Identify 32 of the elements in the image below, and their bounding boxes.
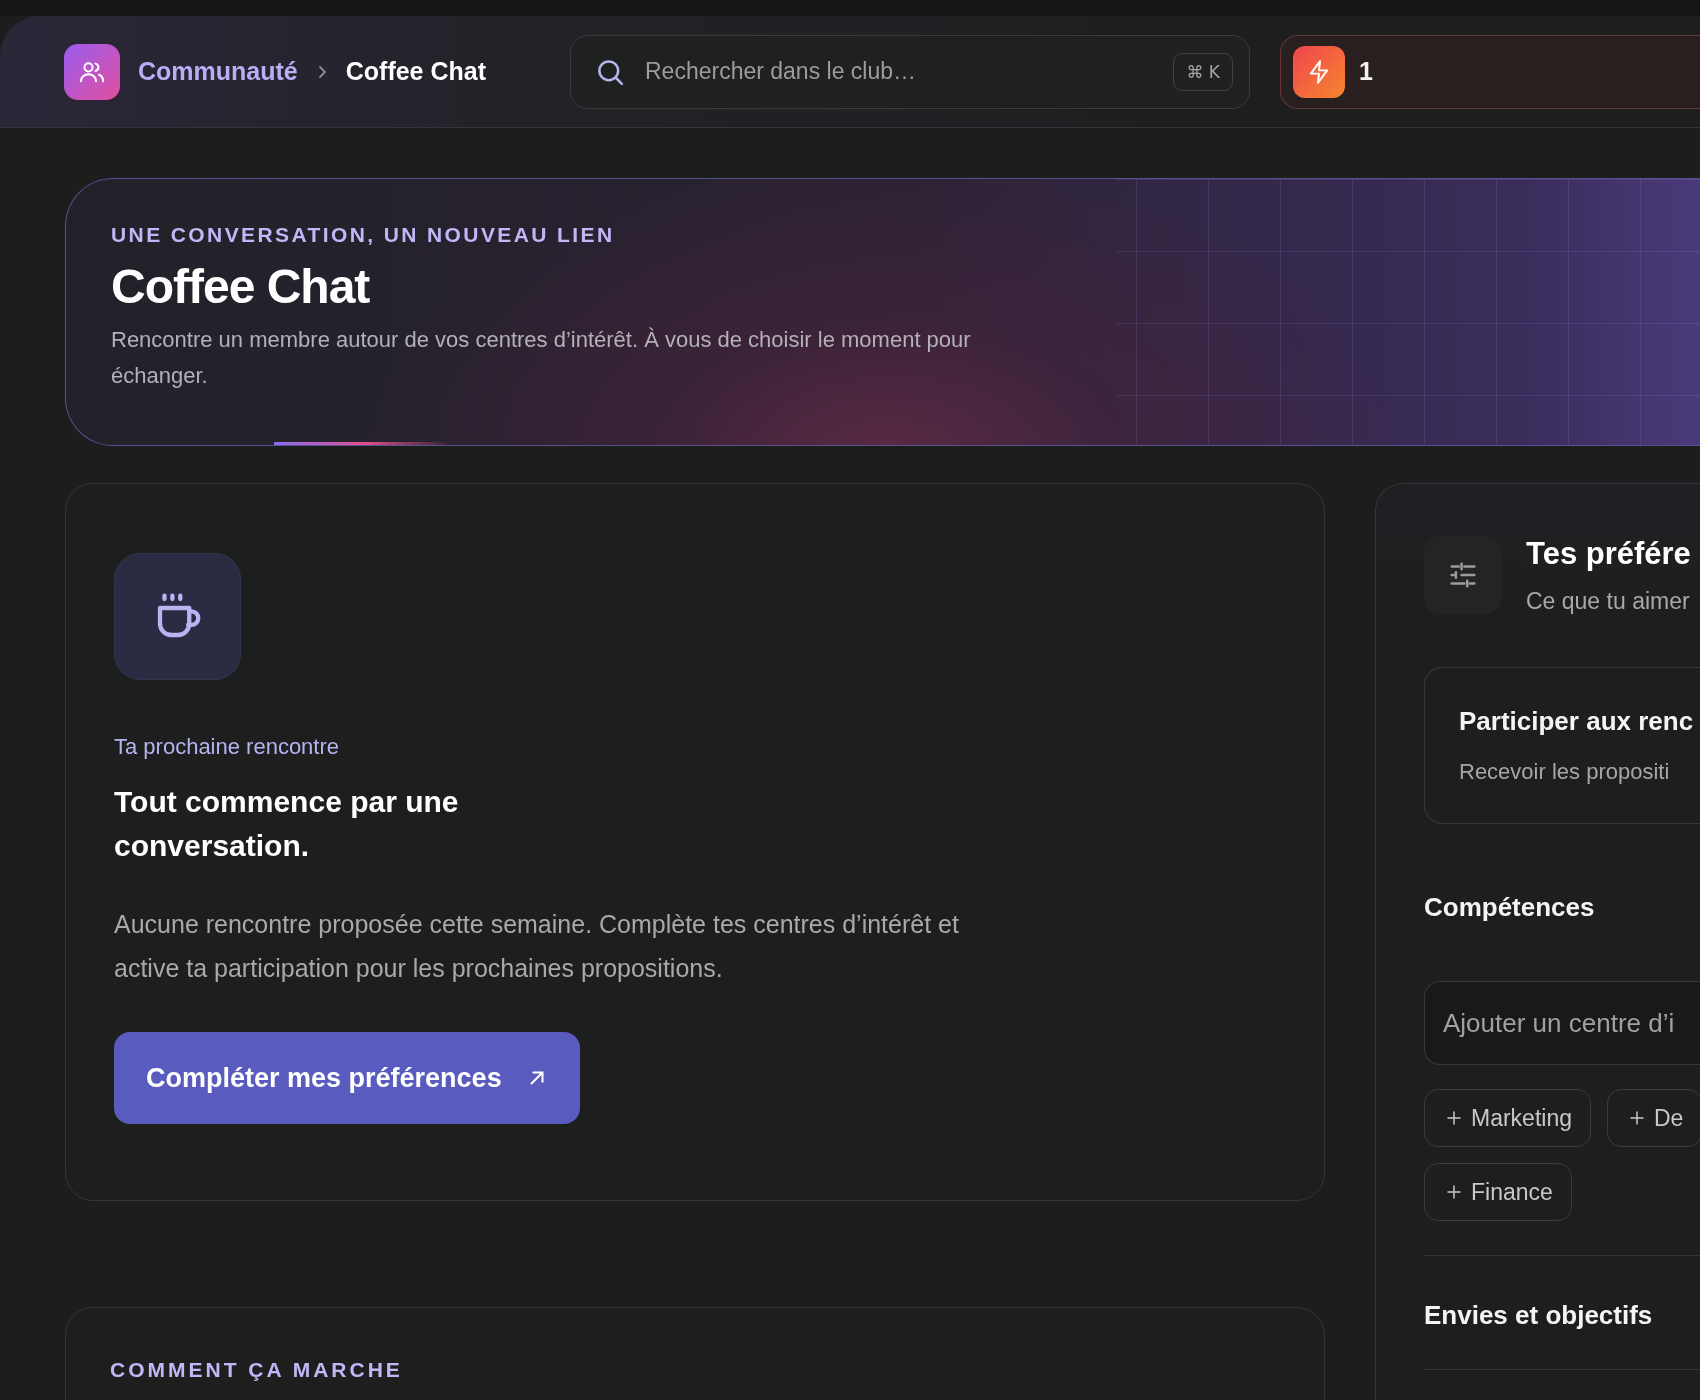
lightning-icon — [1293, 45, 1345, 98]
coffee-cup-icon — [114, 553, 241, 680]
streak-count: 1 — [1359, 57, 1373, 86]
breadcrumb-link[interactable]: Communauté — [138, 57, 298, 86]
streak-badge[interactable]: 1 — [1280, 34, 1700, 109]
section-title: Envies et objectifs — [1424, 1300, 1654, 1331]
suggestion-chip[interactable]: Marketing — [1424, 1089, 1591, 1147]
suggestion-chip[interactable]: De — [1607, 1089, 1700, 1147]
section-title: Compétences — [1424, 892, 1596, 923]
plus-icon — [1445, 1109, 1463, 1127]
shortcut-hint: ⌘ K — [1173, 52, 1233, 91]
plus-icon — [1628, 1109, 1646, 1127]
search-field[interactable]: Rechercher dans le club… — [643, 57, 1156, 86]
interest-input-field[interactable]: Ajouter un centre d’i — [1424, 981, 1700, 1065]
suggestion-chip[interactable]: Finance — [1424, 1163, 1572, 1221]
participation-description: Recevoir les propositi — [1459, 759, 1671, 785]
participation-title: Participer aux renc — [1459, 706, 1695, 737]
complete-preferences-button[interactable]: Compléter mes préférences — [114, 1032, 580, 1124]
hero-description: Rencontre un membre autour de vos centres d’intérêt. À vous de choisir le moment pour échanger. — [111, 326, 972, 390]
panel-title: Tes préfére — [1526, 536, 1691, 572]
breadcrumb-link[interactable]: Coffee Chat — [345, 57, 487, 86]
card-heading: Tout commence par une conversation. — [114, 784, 460, 864]
search-bar[interactable]: Rechercher dans le club… ⌘ K — [570, 34, 1250, 109]
plus-icon — [1445, 1183, 1463, 1201]
hero-eyebrow: UNE CONVERSATION, UN NOUVEAU LIEN — [111, 223, 616, 247]
section-label: Ta prochaine rencontre — [114, 734, 341, 760]
hero-title: Coffee Chat — [111, 259, 371, 314]
empty-state-message: Aucune rencontre proposée cette semaine. Complète tes centres d’intérêt et active ta participation pour les prochaines propositions. — [114, 909, 960, 984]
section-eyebrow: COMMENT ÇA MARCHE — [110, 1358, 404, 1382]
panel-subtitle: Ce que tu aimer — [1526, 588, 1691, 615]
community-logo-icon[interactable] — [64, 43, 120, 100]
sliders-icon — [1424, 536, 1502, 614]
